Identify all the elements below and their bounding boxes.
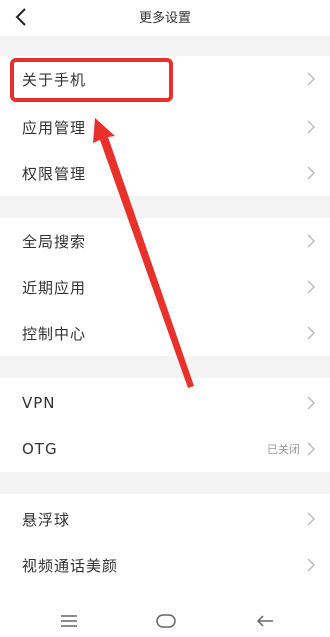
section-divider <box>0 356 330 378</box>
row-label: 应用管理 <box>22 118 87 137</box>
chevron-right-icon <box>307 396 316 410</box>
chevron-right-icon <box>307 512 316 526</box>
header: 更多设置 <box>0 0 330 36</box>
chevron-right-icon <box>307 558 316 572</box>
global-search-row[interactable]: 全局搜索 <box>0 218 330 264</box>
menu-button[interactable] <box>60 612 78 630</box>
home-icon <box>156 614 176 628</box>
permission-management-row[interactable]: 权限管理 <box>0 150 330 196</box>
row-label: 悬浮球 <box>22 510 71 529</box>
otg-status: 已关闭 <box>267 443 300 456</box>
row-label: 权限管理 <box>22 164 87 183</box>
app-management-row[interactable]: 应用管理 <box>0 104 330 150</box>
chevron-right-icon <box>307 280 316 294</box>
recent-apps-row[interactable]: 近期应用 <box>0 264 330 310</box>
home-button[interactable] <box>156 612 176 630</box>
row-label: VPN <box>22 394 56 412</box>
chevron-right-icon <box>307 234 316 248</box>
annotation-highlight-box <box>10 58 173 102</box>
menu-icon <box>61 615 77 627</box>
vpn-row[interactable]: VPN <box>0 380 330 426</box>
video-call-beauty-row[interactable]: 视频通话美颜 <box>0 542 330 588</box>
row-label: 近期应用 <box>22 278 87 297</box>
back-nav-button[interactable] <box>256 612 274 630</box>
section-divider <box>0 196 330 218</box>
row-label: 视频通话美颜 <box>22 556 119 575</box>
chevron-right-icon <box>307 166 316 180</box>
system-navbar <box>0 604 330 637</box>
otg-row[interactable]: OTG 已关闭 <box>0 426 330 472</box>
row-label: 控制中心 <box>22 324 87 343</box>
floating-ball-row[interactable]: 悬浮球 <box>0 496 330 542</box>
chevron-right-icon <box>307 120 316 134</box>
chevron-right-icon <box>307 326 316 340</box>
page-title: 更多设置 <box>138 11 191 26</box>
section-divider <box>0 36 330 56</box>
chevron-right-icon <box>307 72 316 86</box>
section-divider <box>0 472 330 494</box>
back-icon <box>256 615 273 627</box>
chevron-right-icon <box>307 442 316 456</box>
row-label: OTG <box>22 440 58 458</box>
row-label: 全局搜索 <box>22 232 87 251</box>
control-center-row[interactable]: 控制中心 <box>0 310 330 356</box>
